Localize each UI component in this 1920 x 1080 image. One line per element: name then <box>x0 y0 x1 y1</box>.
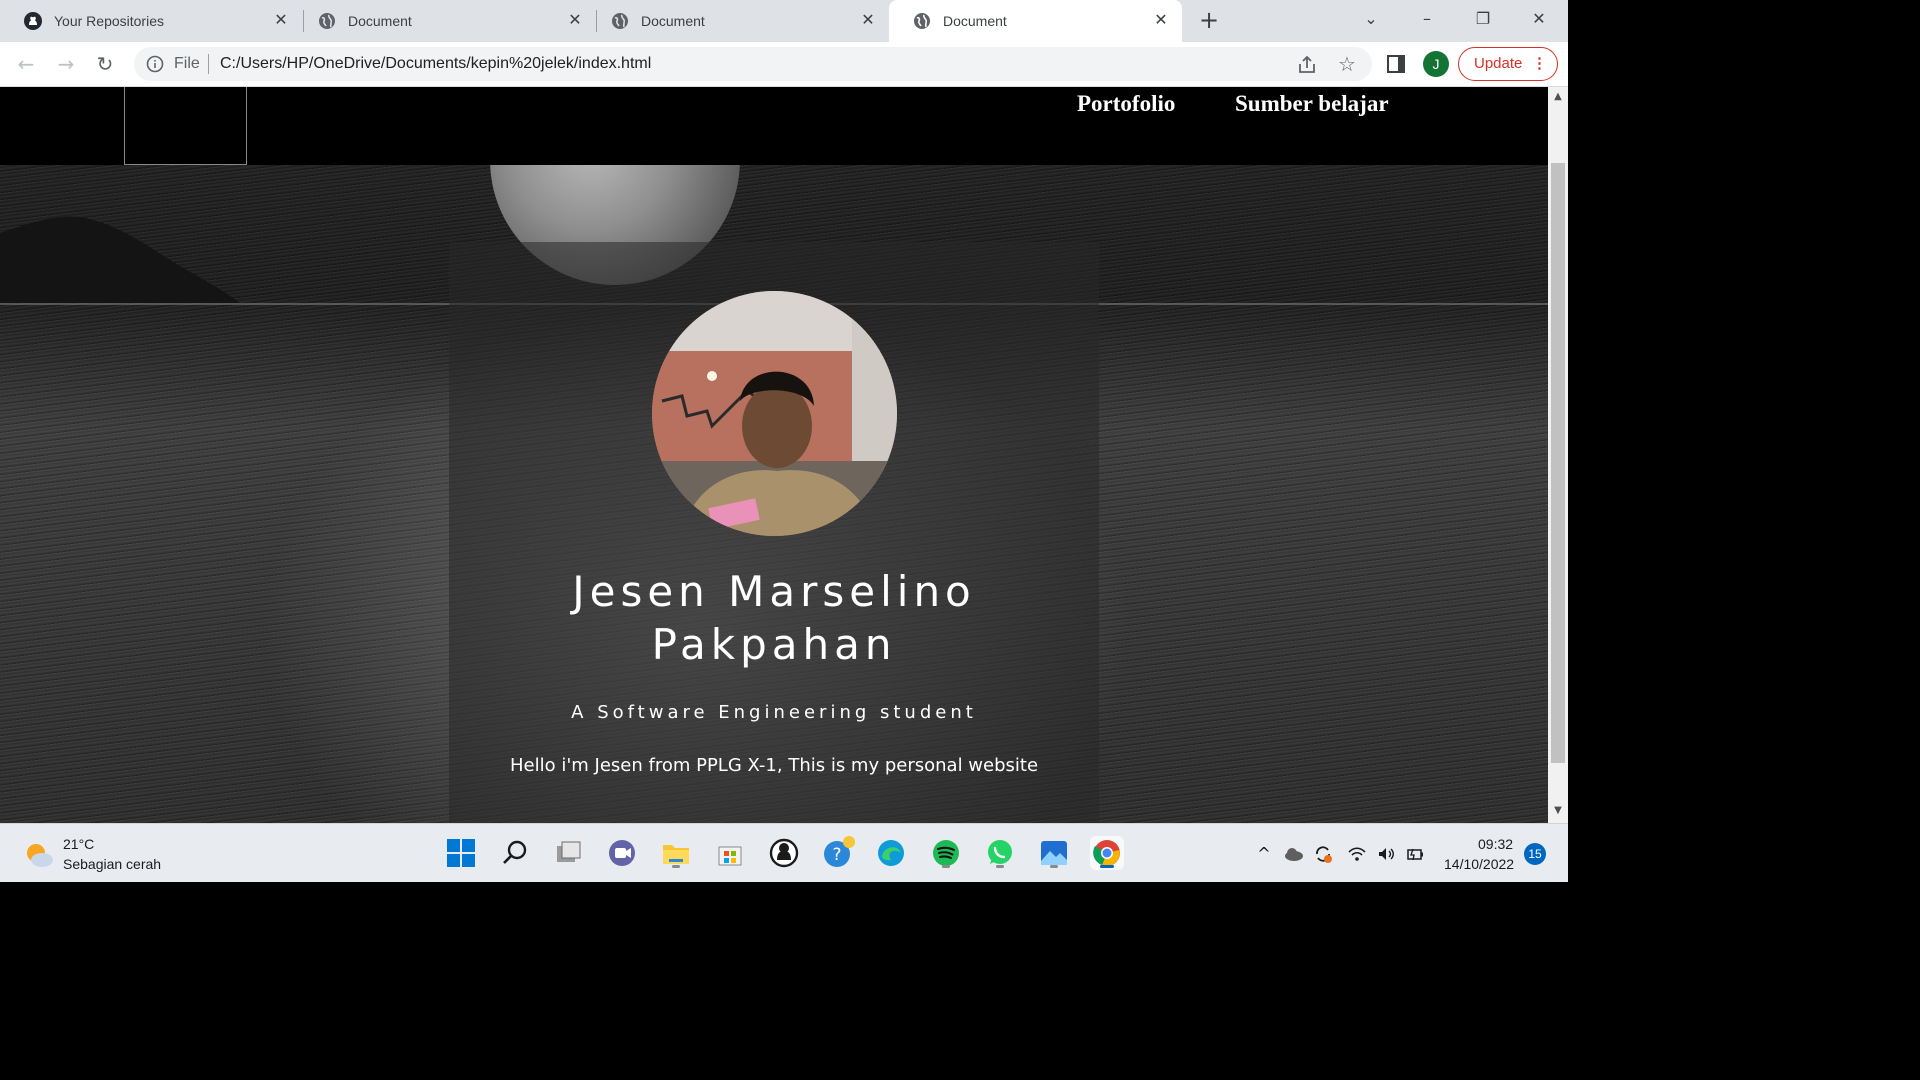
nav-link-portofolio[interactable]: Portofolio <box>1077 91 1175 117</box>
sync-icon[interactable] <box>1313 844 1333 864</box>
file-explorer-icon[interactable] <box>659 836 693 870</box>
bookmark-star-icon[interactable]: ☆ <box>1336 53 1358 75</box>
volume-icon[interactable] <box>1376 844 1396 864</box>
windows-taskbar: 21°C Sebagian cerah ? ^ 09:32 14/10/2022… <box>0 823 1568 882</box>
task-view-icon[interactable] <box>552 836 586 870</box>
menu-dots-icon: ⋮ <box>1532 55 1547 72</box>
new-tab-button[interactable]: + <box>1196 8 1222 34</box>
partly-sunny-icon[interactable] <box>24 842 54 868</box>
profile-avatar[interactable]: J <box>1423 51 1449 77</box>
running-indicator <box>1050 865 1058 868</box>
tab-document-1[interactable]: Document ✕ <box>294 0 596 42</box>
notification-badge[interactable]: 15 <box>1524 843 1546 865</box>
show-hidden-icons-chevron-icon[interactable]: ^ <box>1254 844 1274 864</box>
get-help-icon[interactable]: ? <box>821 836 855 870</box>
profile-photo <box>652 291 897 536</box>
hero-name: Jesen Marselino Pakpahan <box>449 565 1099 671</box>
minimize-icon[interactable]: – <box>1412 6 1442 32</box>
scheme-label: File <box>174 55 200 72</box>
mountain-silhouette <box>0 216 240 303</box>
weather-temperature: 21°C <box>63 836 95 852</box>
active-indicator <box>1100 865 1114 868</box>
back-icon[interactable]: ← <box>13 51 39 77</box>
close-tab-icon[interactable]: ✕ <box>859 12 877 30</box>
globe-icon <box>913 12 931 30</box>
update-label: Update <box>1474 55 1523 72</box>
restore-icon[interactable]: ❐ <box>1468 6 1498 32</box>
tab-title: Document <box>348 13 412 29</box>
search-icon[interactable] <box>498 836 532 870</box>
svg-text:?: ? <box>832 845 841 865</box>
start-icon[interactable] <box>444 836 478 870</box>
side-panel-icon[interactable] <box>1387 55 1405 73</box>
share-icon[interactable] <box>1296 54 1318 76</box>
edge-icon[interactable] <box>874 836 908 870</box>
close-tab-icon[interactable]: ✕ <box>1152 12 1170 30</box>
spotify-icon[interactable] <box>929 836 963 870</box>
hero-name-line1: Jesen Marselino <box>572 567 976 616</box>
running-indicator <box>672 865 680 868</box>
browser-toolbar: ← → ↻ File C:/Users/HP/OneDrive/Document… <box>0 42 1568 87</box>
hero-tagline: A Software Engineering student <box>571 702 977 723</box>
close-tab-icon[interactable]: ✕ <box>566 12 584 30</box>
tab-title: Document <box>943 13 1007 29</box>
reload-icon[interactable]: ↻ <box>92 51 118 77</box>
globe-icon <box>318 12 336 30</box>
whatsapp-icon[interactable] <box>983 836 1017 870</box>
tab-search-icon[interactable]: ⌄ <box>1356 6 1386 32</box>
update-button[interactable]: Update ⋮ <box>1458 47 1558 81</box>
close-window-icon[interactable]: ✕ <box>1524 6 1554 32</box>
hero-intro: Hello i'm Jesen from PPLG X-1, This is m… <box>509 755 1039 776</box>
photos-icon[interactable] <box>1037 836 1071 870</box>
github-desktop-icon[interactable] <box>767 836 801 870</box>
tab-document-active[interactable]: Document ✕ <box>889 0 1182 42</box>
address-bar[interactable]: File C:/Users/HP/OneDrive/Documents/kepi… <box>134 47 1372 81</box>
tab-your-repositories[interactable]: Your Repositories ✕ <box>0 0 302 42</box>
site-info-icon[interactable] <box>146 55 164 73</box>
omnibox-divider <box>208 54 209 74</box>
battery-icon[interactable] <box>1405 844 1425 864</box>
github-icon <box>24 12 42 30</box>
page-scrollbar[interactable]: ▲ ▼ <box>1548 87 1568 823</box>
forward-icon[interactable]: → <box>53 51 79 77</box>
scroll-up-arrow-icon[interactable]: ▲ <box>1548 91 1568 105</box>
tab-title: Your Repositories <box>54 13 164 29</box>
running-indicator <box>942 865 950 868</box>
browser-tab-strip: Your Repositories ✕ Document ✕ Document … <box>0 0 1568 42</box>
site-logo-box[interactable] <box>124 87 247 165</box>
running-indicator <box>996 865 1004 868</box>
globe-icon <box>611 12 629 30</box>
scroll-thumb[interactable] <box>1551 163 1565 763</box>
url-text[interactable]: C:/Users/HP/OneDrive/Documents/kepin%20j… <box>220 55 651 73</box>
microsoft-store-icon[interactable] <box>713 836 747 870</box>
onedrive-cloud-icon[interactable] <box>1284 844 1304 864</box>
site-navbar: Portofolio Sumber belajar <box>0 87 1548 165</box>
weather-description: Sebagian cerah <box>63 856 162 872</box>
scroll-down-arrow-icon[interactable]: ▼ <box>1548 805 1568 819</box>
tab-document-2[interactable]: Document ✕ <box>587 0 889 42</box>
clock-time[interactable]: 09:32 <box>1478 836 1513 852</box>
nav-link-sumber-belajar[interactable]: Sumber belajar <box>1235 91 1389 117</box>
tab-title: Document <box>641 13 705 29</box>
clock-date[interactable]: 14/10/2022 <box>1444 856 1514 872</box>
wifi-icon[interactable] <box>1347 844 1367 864</box>
teams-chat-icon[interactable] <box>605 836 639 870</box>
chrome-icon[interactable] <box>1090 836 1124 870</box>
close-tab-icon[interactable]: ✕ <box>272 12 290 30</box>
hero-name-line2: Pakpahan <box>651 620 897 669</box>
